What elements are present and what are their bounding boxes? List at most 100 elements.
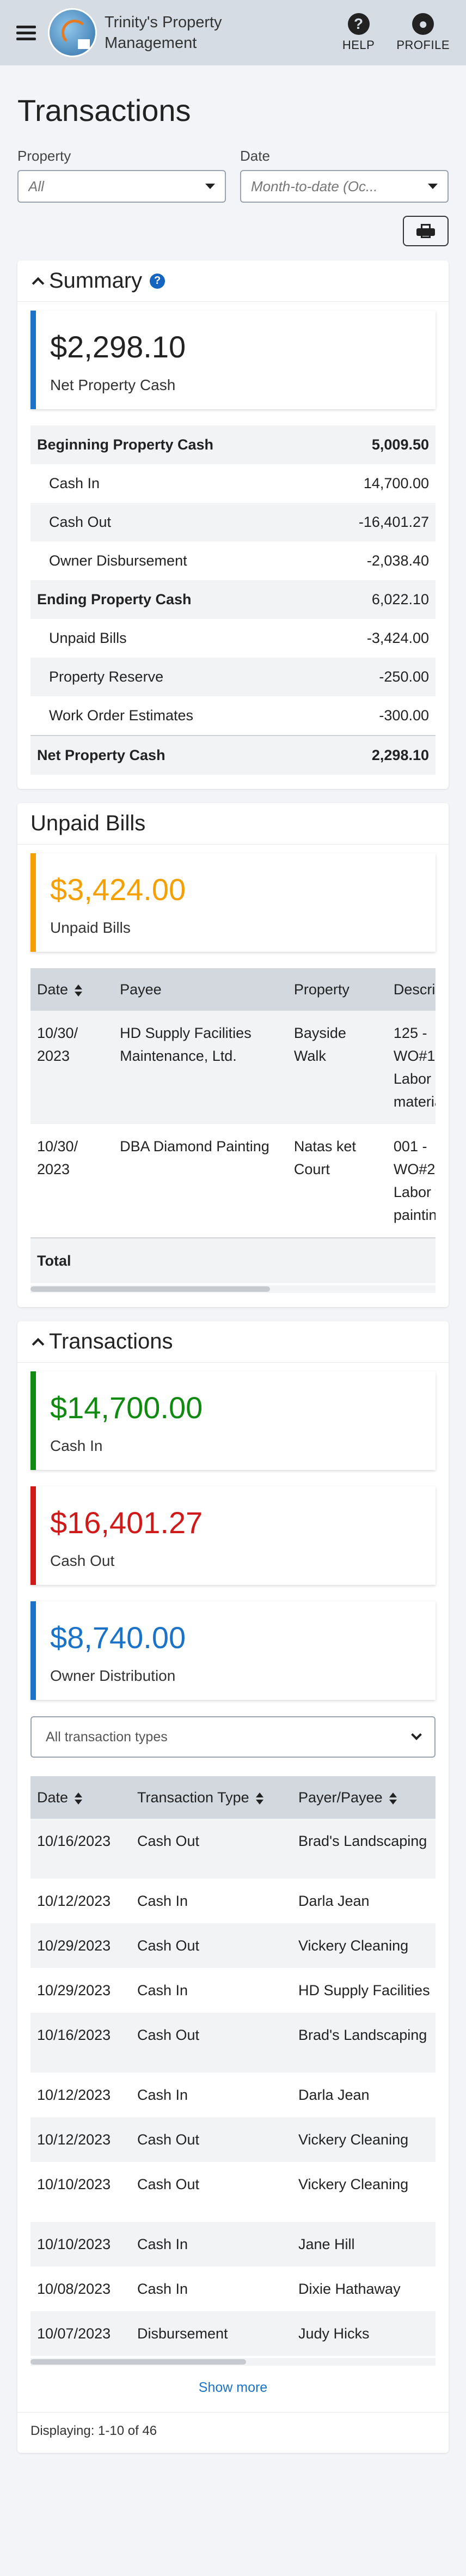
- cell-type: Cash Out: [131, 1923, 292, 1968]
- summary-header[interactable]: Summary ?: [17, 260, 449, 302]
- table-row[interactable]: 10/29/2023 Cash In HD Supply Facilities: [30, 1968, 436, 2013]
- total-label: Total: [30, 1237, 436, 1283]
- column-header-payee[interactable]: Payer/Payee: [292, 1776, 436, 1819]
- printer-icon: [416, 224, 435, 238]
- cell-property: Natas ket Court: [293, 1138, 356, 1177]
- table-header-row: Date Payee Property Description: [30, 968, 436, 1011]
- table-header-row: Date Transaction Type Payer/Payee: [30, 1776, 436, 1819]
- column-header-description[interactable]: Description: [387, 968, 436, 1011]
- table-row[interactable]: 10/07/2023 Disbursement Judy Hicks: [30, 2311, 436, 2356]
- date-select[interactable]: Month-to-date (Oc...: [240, 170, 449, 203]
- table-row[interactable]: 10/08/2023 Cash In Dixie Hathaway: [30, 2267, 436, 2311]
- transactions-table-wrap[interactable]: Date Transaction Type Payer/Payee 10/16/…: [30, 1776, 436, 2356]
- horizontal-scrollbar[interactable]: [30, 2358, 436, 2366]
- unpaid-bills-card: Unpaid Bills $3,424.00 Unpaid Bills Date…: [17, 803, 449, 1307]
- summary-table: Beginning Property Cash 5,009.50 Cash In 1…: [30, 426, 436, 775]
- cell-type: Cash In: [137, 2087, 188, 2103]
- sort-icon[interactable]: [389, 1792, 397, 1805]
- sort-icon[interactable]: [75, 984, 83, 997]
- net-property-cash-value: $2,298.10: [50, 330, 186, 364]
- summary-row: Cash Out -16,401.27: [30, 503, 436, 542]
- unpaid-bills-stat: $3,424.00 Unpaid Bills: [30, 853, 436, 952]
- table-total-row: Total: [30, 1237, 436, 1283]
- cell-property: Bayside Walk: [287, 1011, 387, 1124]
- table-row[interactable]: 10/10/2023 Cash Out Vickery Cleaning: [30, 2162, 436, 2222]
- cell-date: 10/08/2023: [37, 2281, 111, 2297]
- sort-icon[interactable]: [255, 1792, 263, 1805]
- show-more-link[interactable]: Show more: [30, 2380, 436, 2396]
- filters: Property All Date Month-to-date (Oc...: [17, 148, 449, 203]
- column-header-payee[interactable]: Payee: [113, 968, 287, 1011]
- unpaid-bills-table-wrap[interactable]: Date Payee Property Description 10/30/ 2…: [30, 968, 436, 1283]
- chevron-up-icon[interactable]: [32, 1338, 45, 1350]
- column-header-property[interactable]: Property: [287, 968, 387, 1011]
- table-row[interactable]: 10/30/ 2023 HD Supply Facilities Mainten…: [30, 1011, 436, 1124]
- cell-payee: Vickery Cleaning: [292, 1923, 436, 1968]
- summary-row-amount: 6,022.10: [371, 591, 429, 607]
- summary-total-row: Net Property Cash 2,298.10: [30, 736, 436, 775]
- menu-icon[interactable]: [16, 22, 36, 44]
- column-header-date[interactable]: Date: [30, 968, 114, 1011]
- table-row[interactable]: 10/16/2023 Cash Out Brad's Landscaping: [30, 1819, 436, 1879]
- table-row[interactable]: 10/29/2023 Cash Out Vickery Cleaning: [30, 1923, 436, 1968]
- cell-type: Disbursement: [131, 2311, 292, 2356]
- transaction-type-select[interactable]: All transaction types: [30, 1716, 436, 1758]
- help-button[interactable]: ? HELP: [342, 13, 375, 52]
- table-row[interactable]: 10/12/2023 Cash In Darla Jean: [30, 1879, 436, 1923]
- unpaid-bills-title: Unpaid Bills: [30, 811, 146, 835]
- table-row[interactable]: 10/12/2023 Cash Out Vickery Cleaning: [30, 2117, 436, 2162]
- table-row[interactable]: 10/30/ 2023 DBA Diamond Painting Natas k…: [30, 1124, 436, 1238]
- print-button[interactable]: [403, 216, 449, 246]
- summary-row-label: Cash Out: [49, 514, 112, 530]
- summary-row-label: Beginning Property Cash: [37, 436, 214, 453]
- cell-date: 10/12/2023: [37, 1893, 111, 1909]
- cash-out-stat: $16,401.27 Cash Out: [30, 1486, 436, 1585]
- cell-date: 10/30/ 2023: [30, 1011, 114, 1124]
- cell-date: 10/29/2023: [37, 1982, 111, 1998]
- cash-in-value: $14,700.00: [50, 1390, 203, 1425]
- chevron-up-icon[interactable]: [32, 277, 45, 289]
- transaction-type-value: All transaction types: [46, 1729, 168, 1745]
- table-row[interactable]: 10/10/2023 Cash In Jane Hill: [30, 2222, 436, 2267]
- column-header-type[interactable]: Transaction Type: [131, 1776, 292, 1819]
- property-select-value: All: [28, 178, 44, 195]
- company-logo[interactable]: [48, 8, 97, 57]
- info-icon[interactable]: ?: [150, 273, 165, 289]
- sort-icon[interactable]: [75, 1792, 83, 1805]
- summary-row-label: Property Reserve: [49, 669, 164, 685]
- summary-card: Summary ? $2,298.10 Net Property Cash Be…: [17, 260, 449, 789]
- cell-payee: DBA Diamond Painting: [120, 1138, 269, 1155]
- summary-row: Property Reserve -250.00: [30, 658, 436, 696]
- print-row: [17, 216, 449, 246]
- cash-out-label: Cash Out: [50, 1552, 115, 1569]
- cell-payee: Darla Jean: [298, 2087, 370, 2103]
- summary-title: Summary: [49, 269, 143, 293]
- date-filter: Date Month-to-date (Oc...: [240, 148, 449, 203]
- transactions-header[interactable]: Transactions: [17, 1321, 449, 1363]
- chevron-down-icon: [411, 1729, 422, 1740]
- scrollbar-thumb[interactable]: [30, 1286, 270, 1292]
- cell-type: Cash Out: [131, 1819, 292, 1879]
- cell-date: 10/16/2023: [30, 1819, 131, 1879]
- date-select-value: Month-to-date (Oc...: [251, 178, 378, 195]
- table-row[interactable]: 10/16/2023 Cash Out Brad's Landscaping: [30, 2013, 436, 2073]
- horizontal-scrollbar[interactable]: [30, 1285, 436, 1293]
- summary-row: Unpaid Bills -3,424.00: [30, 619, 436, 658]
- cell-date: 10/07/2023: [30, 2311, 131, 2356]
- cell-payee: Darla Jean: [298, 1893, 370, 1909]
- cell-date: 10/10/2023: [30, 2222, 131, 2267]
- help-label: HELP: [342, 38, 375, 52]
- summary-row: Beginning Property Cash 5,009.50: [30, 426, 436, 464]
- summary-row: Work Order Estimates -300.00: [30, 696, 436, 736]
- profile-button[interactable]: ● PROFILE: [396, 13, 450, 52]
- column-header-label: Date: [37, 981, 69, 998]
- profile-label: PROFILE: [396, 38, 450, 52]
- table-row[interactable]: 10/12/2023 Cash In Darla Jean: [30, 2073, 436, 2117]
- cell-payee: Vickery Cleaning: [292, 2117, 436, 2162]
- cell-payee: Brad's Landscaping: [292, 2013, 436, 2073]
- scrollbar-thumb[interactable]: [30, 2359, 246, 2365]
- transactions-table: Date Transaction Type Payer/Payee 10/16/…: [30, 1776, 436, 2356]
- column-header-date[interactable]: Date: [30, 1776, 131, 1819]
- summary-row-label: Ending Property Cash: [37, 591, 192, 607]
- property-select[interactable]: All: [17, 170, 226, 203]
